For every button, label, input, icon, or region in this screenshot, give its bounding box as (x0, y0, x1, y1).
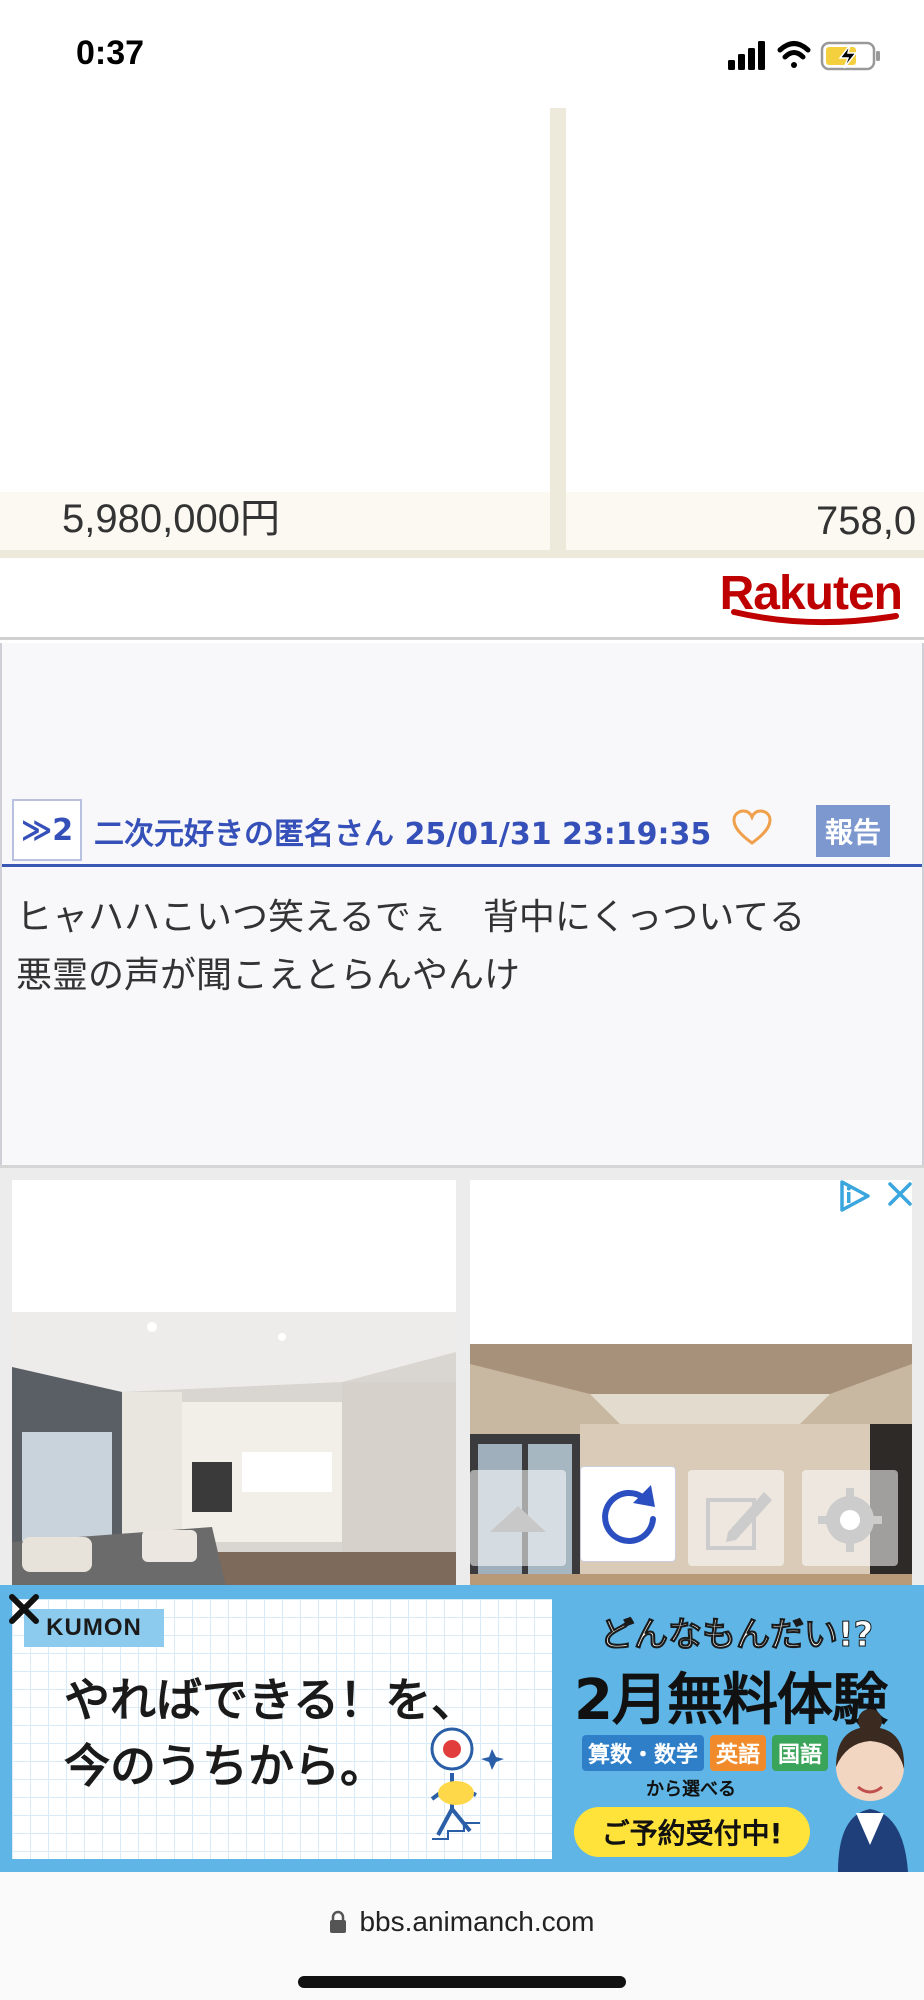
post-meta: 二次元好きの匿名さん 25/01/31 23:19:35 (94, 809, 711, 853)
rakuten-logo-bar: Rakuten (0, 558, 924, 640)
product-card[interactable]: 5,980,000円 (0, 108, 550, 550)
post-author: 二次元好きの匿名さん (94, 817, 394, 852)
student-illustration-icon (430, 1727, 504, 1840)
post-anchor-link[interactable]: ≫2 (12, 799, 82, 861)
kumon-right-panel: どんなもんだい!? 2月無料体験 算数・数学 英語 国語 から選べる ご予約受付… (560, 1585, 924, 1872)
browser-url-bar[interactable]: bbs.animanch.com (0, 1872, 924, 2000)
scroll-up-icon (490, 1506, 546, 1532)
kumon-choose-text: から選べる (646, 1779, 736, 1800)
subject-tag-math: 算数・数学 (582, 1735, 705, 1771)
adchoices-icon[interactable] (836, 1178, 872, 1214)
kumon-cta-button[interactable]: ご予約受付中! (574, 1807, 810, 1857)
close-icon[interactable] (884, 1178, 916, 1210)
status-bar: 0:37 (0, 0, 924, 108)
kumon-banner-ad[interactable]: KUMON やればできる！を、 今のうちから。 どんなもんだい!? 2月無料体験… (0, 1585, 924, 1872)
status-icons (728, 38, 888, 78)
price-band: 758,0 (566, 492, 924, 550)
report-button[interactable]: 報告 (816, 805, 890, 857)
edit-button[interactable] (688, 1470, 784, 1566)
thread-post: ≫2 二次元好きの匿名さん 25/01/31 23:19:35 報告 ヒャハハこ… (0, 643, 924, 1165)
url-text: bbs.animanch.com (359, 1906, 595, 1937)
post-body: ヒャハハこいつ笑えるでぇ 背中にくっついてる 悪霊の声が聞こえとらんやんけ (16, 897, 806, 996)
kumon-subjects: 算数・数学 英語 国語 (582, 1735, 829, 1771)
kumon-question: どんなもんだい!? (599, 1615, 874, 1656)
living-room-photo (12, 1312, 456, 1585)
lock-icon (330, 1910, 347, 1933)
heart-icon[interactable] (732, 809, 772, 847)
property-ad-card[interactable] (12, 1180, 456, 1585)
kumon-left-panel: KUMON やればできる！を、 今のうちから。 (12, 1599, 552, 1859)
wifi-icon (777, 41, 811, 68)
rakuten-swoosh-icon (731, 609, 899, 626)
status-time: 0:37 (76, 34, 145, 72)
scroll-up-button[interactable] (470, 1470, 566, 1566)
product-price: 758,0 (816, 499, 917, 543)
post-timestamp: 25/01/31 23:19:35 (404, 817, 712, 852)
edit-icon (706, 1492, 772, 1550)
reload-button[interactable] (580, 1466, 676, 1562)
post-header: ≫2 二次元好きの匿名さん 25/01/31 23:19:35 報告 (2, 791, 922, 867)
close-icon[interactable] (4, 1589, 44, 1629)
property-ad (0, 1165, 924, 1585)
instructor-photo (836, 1709, 908, 1872)
battery-charging-icon (820, 41, 880, 71)
settings-button[interactable] (802, 1470, 898, 1566)
subject-tag-english: 英語 (710, 1735, 767, 1771)
reload-icon (602, 1485, 656, 1544)
kumon-logo: KUMON (24, 1609, 164, 1647)
product-card[interactable]: 758,0 (566, 108, 924, 550)
url-content: bbs.animanch.com (0, 1906, 924, 1938)
home-indicator[interactable] (298, 1976, 626, 1988)
settings-icon (818, 1488, 882, 1552)
product-price: 5,980,000円 (62, 497, 280, 541)
price-band: 5,980,000円 (0, 492, 550, 550)
cellular-signal-icon (728, 41, 765, 70)
rakuten-product-carousel: 5,980,000円 758,0 (0, 108, 924, 558)
